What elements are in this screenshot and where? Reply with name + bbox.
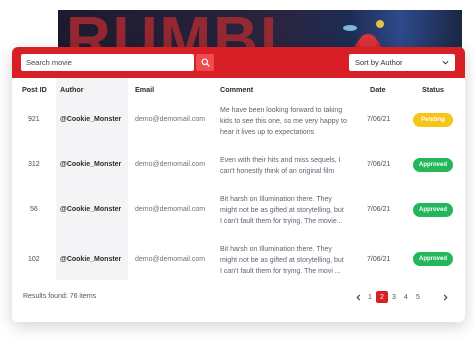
row-email[interactable]: demo@demomail.com (135, 256, 205, 263)
header-author[interactable]: Author (60, 85, 84, 94)
sort-dropdown-label: Sort by Author (355, 58, 403, 67)
search-button[interactable] (196, 54, 214, 71)
author-column-highlight (56, 78, 128, 280)
row-email[interactable]: demo@demomail.com (135, 206, 205, 213)
row-author[interactable]: @Cookie_Monster (60, 206, 121, 213)
row-comment: Me have been looking forward to taking k… (220, 107, 347, 136)
pagination: 1 2 3 4 5 (364, 291, 424, 303)
row-post-id: 921 (28, 116, 40, 123)
row-author[interactable]: @Cookie_Monster (60, 256, 121, 263)
chevron-right-icon (443, 294, 448, 300)
results-count: Results found: 76 items (23, 293, 97, 300)
row-comment: Bit harsh on Illumination there. They mi… (220, 246, 344, 275)
page-4[interactable]: 4 (400, 291, 412, 303)
row-date: 7/06/21 (367, 116, 391, 123)
toolbar: Sort by Author (12, 47, 465, 78)
status-badge[interactable]: Approved (413, 203, 453, 217)
status-badge[interactable]: Approved (413, 252, 453, 266)
chevron-left-icon (355, 294, 360, 300)
row-email[interactable]: demo@demomail.com (135, 161, 205, 168)
chevron-down-icon (442, 60, 449, 65)
page-3[interactable]: 3 (388, 291, 400, 303)
page-1[interactable]: 1 (364, 291, 376, 303)
row-date: 7/06/21 (367, 206, 391, 213)
header-date[interactable]: Date (370, 85, 386, 94)
sort-dropdown[interactable]: Sort by Author (349, 54, 455, 71)
page-5[interactable]: 5 (412, 291, 424, 303)
next-page-button[interactable] (440, 291, 450, 303)
row-date: 7/06/21 (367, 161, 391, 168)
header-email[interactable]: Email (135, 85, 154, 94)
header-post-id[interactable]: Post ID (22, 85, 47, 94)
page-2[interactable]: 2 (376, 291, 388, 303)
header-comment[interactable]: Comment (220, 85, 253, 94)
row-date: 7/06/21 (367, 256, 391, 263)
search-icon (200, 58, 210, 67)
search-input[interactable] (21, 54, 194, 71)
row-comment: Bit harsh on Illumination there. They mi… (220, 196, 344, 225)
row-post-id: 102 (28, 256, 40, 263)
row-author[interactable]: @Cookie_Monster (60, 116, 121, 123)
comments-table-card: Sort by Author Post ID Author Email Comm… (12, 47, 465, 322)
status-badge[interactable]: Approved (413, 158, 453, 172)
status-badge[interactable]: Pending (413, 113, 453, 127)
row-email[interactable]: demo@demomail.com (135, 116, 205, 123)
header-status[interactable]: Status (422, 85, 444, 94)
prev-page-button[interactable] (353, 291, 363, 303)
row-post-id: 56 (30, 206, 38, 213)
row-author[interactable]: @Cookie_Monster (60, 161, 121, 168)
row-post-id: 312 (28, 161, 40, 168)
row-comment: Even with their hits and miss sequels, I… (220, 157, 341, 175)
